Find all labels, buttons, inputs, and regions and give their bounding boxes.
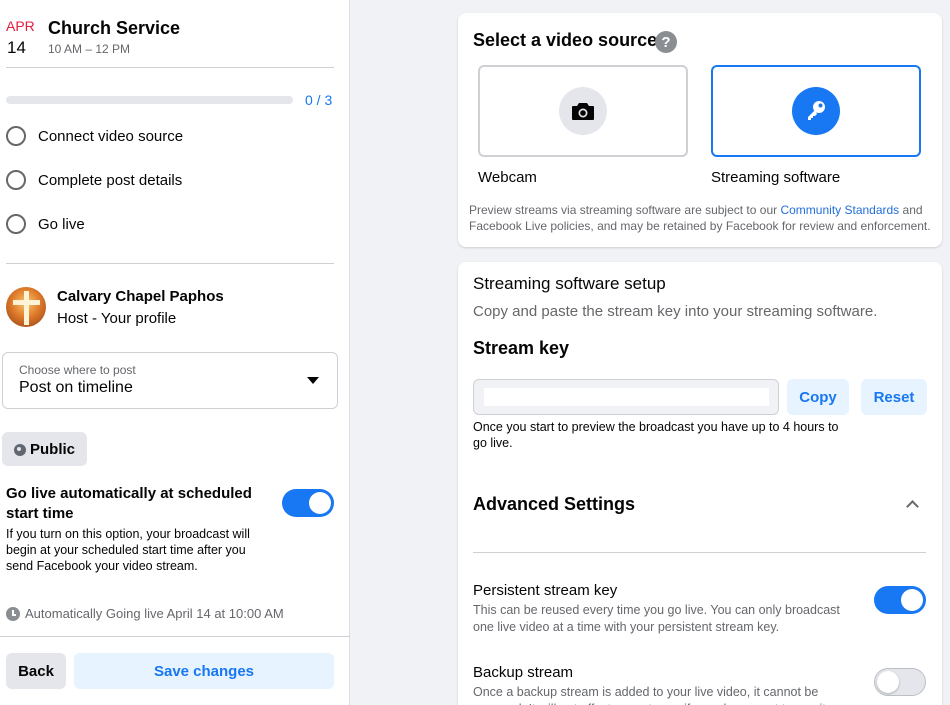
stream-key-note: Once you start to preview the broadcast … bbox=[473, 420, 839, 450]
toggle-knob bbox=[309, 492, 331, 514]
backup-stream-toggle[interactable] bbox=[874, 668, 926, 696]
step-complete-post-details[interactable]: Complete post details bbox=[6, 169, 182, 191]
step-radio bbox=[6, 214, 26, 234]
host-name: Calvary Chapel Paphos bbox=[57, 288, 224, 305]
audience-label: Public bbox=[30, 440, 76, 458]
key-icon bbox=[792, 87, 840, 135]
caret-down-icon bbox=[307, 377, 319, 384]
camera-icon bbox=[559, 87, 607, 135]
footer-divider bbox=[0, 636, 350, 637]
event-month: APR bbox=[6, 18, 35, 34]
back-button[interactable]: Back bbox=[6, 653, 66, 689]
backup-stream-description: Once a backup stream is added to your li… bbox=[473, 685, 829, 705]
divider bbox=[473, 552, 926, 553]
auto-go-live-status: Automatically Going live April 14 at 10:… bbox=[6, 606, 284, 621]
persistent-key-toggle[interactable] bbox=[874, 586, 926, 614]
video-source-note: Preview streams via streaming software a… bbox=[469, 202, 935, 234]
event-time: 10 AM – 12 PM bbox=[48, 42, 131, 56]
video-source-card: Select a video source ? Webcam Streaming… bbox=[458, 13, 942, 247]
streaming-software-option[interactable] bbox=[711, 65, 921, 157]
toggle-knob bbox=[901, 589, 923, 611]
event-title: Church Service bbox=[48, 18, 181, 38]
progress-bar bbox=[6, 96, 293, 104]
post-location-select[interactable]: Choose where to post Post on timeline bbox=[2, 352, 338, 409]
streaming-setup-card: Streaming software setup Copy and paste … bbox=[458, 262, 942, 705]
post-location-label: Choose where to post bbox=[19, 363, 136, 377]
note-text: Preview streams via streaming software a… bbox=[469, 203, 781, 217]
webcam-label: Webcam bbox=[478, 169, 537, 186]
step-connect-video-source[interactable]: Connect video source bbox=[6, 125, 183, 147]
audience-button[interactable]: Public bbox=[2, 432, 87, 466]
host-info: Calvary Chapel Paphos Host - Your profil… bbox=[6, 287, 224, 327]
event-header: APR 14 Church Service 10 AM – 12 PM bbox=[6, 16, 334, 68]
step-label: Complete post details bbox=[38, 171, 183, 189]
auto-go-live-text: Automatically Going live April 14 at 10:… bbox=[25, 606, 284, 621]
step-radio bbox=[6, 126, 26, 146]
go-live-auto-title: Go live automatically at scheduled start… bbox=[6, 485, 252, 522]
video-source-title: Select a video source bbox=[473, 30, 658, 50]
go-live-auto-description: If you turn on this option, your broadca… bbox=[6, 527, 250, 573]
copy-button[interactable]: Copy bbox=[787, 379, 849, 415]
setup-subtitle: Copy and paste the stream key into your … bbox=[473, 303, 878, 320]
help-icon[interactable]: ? bbox=[655, 31, 677, 53]
persistent-key-description: This can be reused every time you go liv… bbox=[473, 603, 840, 634]
advanced-settings-title[interactable]: Advanced Settings bbox=[473, 494, 635, 515]
stream-key-field[interactable] bbox=[473, 379, 779, 415]
left-panel: APR 14 Church Service 10 AM – 12 PM 0 / … bbox=[0, 0, 350, 705]
setup-title: Streaming software setup bbox=[473, 274, 666, 293]
chevron-up-icon[interactable] bbox=[906, 500, 919, 513]
step-label: Connect video source bbox=[38, 127, 184, 145]
stream-key-input[interactable] bbox=[484, 388, 769, 406]
step-go-live[interactable]: Go live bbox=[6, 213, 85, 235]
community-standards-link[interactable]: Community Standards bbox=[780, 203, 899, 217]
step-label: Go live bbox=[38, 215, 85, 233]
go-live-auto-toggle[interactable] bbox=[282, 489, 334, 517]
step-radio bbox=[6, 170, 26, 190]
backup-stream-title: Backup stream bbox=[473, 664, 574, 681]
divider bbox=[6, 263, 334, 264]
avatar bbox=[6, 287, 46, 327]
toggle-knob bbox=[877, 671, 899, 693]
streaming-software-label: Streaming software bbox=[711, 169, 841, 186]
globe-icon bbox=[14, 444, 26, 456]
event-day: 14 bbox=[7, 38, 26, 57]
host-role: Host - Your profile bbox=[57, 310, 177, 327]
save-changes-button[interactable]: Save changes bbox=[74, 653, 334, 689]
reset-button[interactable]: Reset bbox=[861, 379, 927, 415]
webcam-option[interactable] bbox=[478, 65, 688, 157]
clock-icon bbox=[6, 606, 20, 621]
post-location-value: Post on timeline bbox=[19, 379, 133, 396]
persistent-key-title: Persistent stream key bbox=[473, 582, 618, 599]
stream-key-title: Stream key bbox=[473, 338, 570, 358]
progress-count: 0 / 3 bbox=[305, 92, 333, 108]
